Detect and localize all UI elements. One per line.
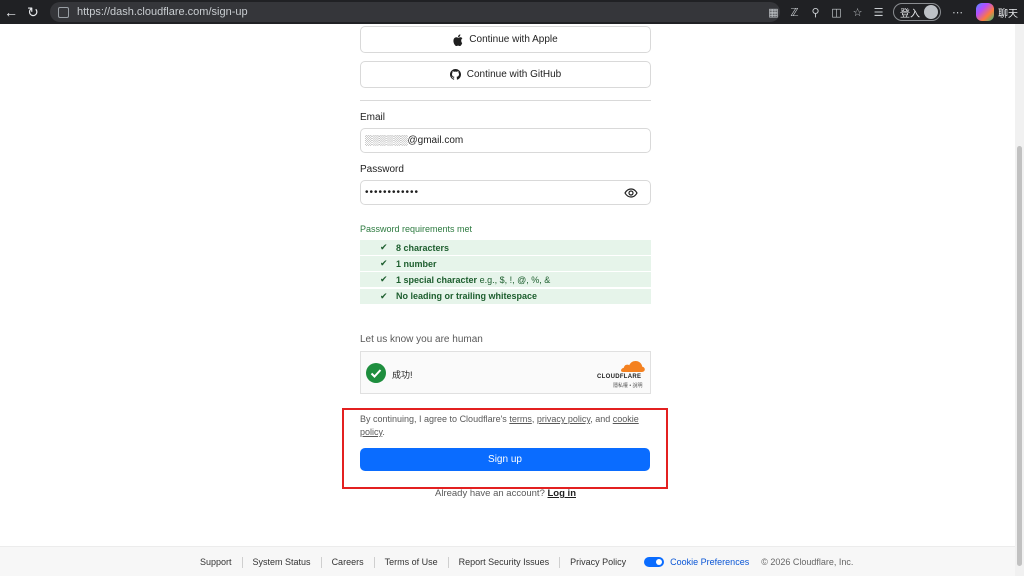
read-aloud-icon[interactable]: ◫ <box>826 0 847 24</box>
login-prompt-text: Already have an account? <box>435 488 548 499</box>
reload-icon[interactable]: ↻ <box>22 0 44 24</box>
profile-sign-in-button[interactable]: 登入 <box>893 3 941 21</box>
footer-links: Support System Status Careers Terms of U… <box>190 547 853 576</box>
check-icon: ✔ <box>380 242 388 252</box>
human-verification-label: Let us know you are human <box>360 334 483 345</box>
password-requirements-title: Password requirements met <box>360 224 473 234</box>
turnstile-privacy-help-links[interactable]: 隱私權 • 說明 <box>613 382 643 389</box>
check-icon: ✔ <box>380 274 388 285</box>
turnstile-widget[interactable]: 成功! CLOUDFLARE 隱私權 • 說明 <box>360 351 651 394</box>
requirement-item: ✔ 1 number <box>360 256 651 272</box>
more-menu-icon[interactable]: ⋯ <box>947 0 968 24</box>
requirement-item: ✔ No leading or trailing whitespace <box>360 288 651 304</box>
divider <box>360 100 651 101</box>
page-footer: Support System Status Careers Terms of U… <box>0 546 1015 576</box>
success-check-icon <box>366 363 386 383</box>
apple-button-label: Continue with Apple <box>469 34 558 45</box>
footer-careers-link[interactable]: Careers <box>322 556 375 568</box>
avatar <box>924 5 938 19</box>
footer-cookie-preferences-link[interactable]: Cookie Preferences <box>636 557 759 567</box>
requirement-item: ✔ 8 characters <box>360 240 651 255</box>
sign-in-label: 登入 <box>900 8 920 20</box>
email-label: Email <box>360 112 386 123</box>
check-icon: ✔ <box>380 258 388 269</box>
footer-report-security-link[interactable]: Report Security Issues <box>449 556 561 568</box>
footer-terms-of-use-link[interactable]: Terms of Use <box>375 556 449 568</box>
password-requirements-list: ✔ 8 characters ✔ 1 number ✔ 1 special ch… <box>360 240 651 305</box>
continue-with-apple-button[interactable]: Continue with Apple <box>360 26 651 53</box>
footer-copyright: © 2026 Cloudflare, Inc. <box>761 557 854 567</box>
github-button-label: Continue with GitHub <box>466 69 562 80</box>
cookie-preferences-label: Cookie Preferences <box>670 557 750 567</box>
translate-icon[interactable]: ℤ <box>784 0 805 24</box>
chat-label[interactable]: 聊天 <box>998 5 1018 20</box>
favorite-star-icon[interactable]: ☆ <box>847 0 868 24</box>
site-info-icon[interactable] <box>58 6 69 18</box>
footer-system-status-link[interactable]: System Status <box>243 556 322 568</box>
copilot-icon[interactable] <box>976 3 994 21</box>
check-icon: ✔ <box>380 290 388 301</box>
apps-icon[interactable]: ▦ <box>763 0 784 24</box>
favorites-list-icon[interactable]: ☰ <box>868 0 889 24</box>
requirement-text: No leading or trailing whitespace <box>396 291 538 302</box>
scrollbar-thumb[interactable] <box>1017 146 1022 566</box>
continue-with-github-button[interactable]: Continue with GitHub <box>360 61 651 88</box>
address-url: https://dash.cloudflare.com/sign-up <box>77 6 248 18</box>
apple-icon <box>453 33 463 46</box>
email-field[interactable] <box>360 128 651 153</box>
requirement-example: e.g., $, !, @, %, & <box>477 274 551 285</box>
footer-support-link[interactable]: Support <box>190 556 243 568</box>
zoom-icon[interactable]: ⚲ <box>805 0 826 24</box>
cloudflare-logo-icon <box>621 361 645 372</box>
log-in-link[interactable]: Log in <box>548 488 577 499</box>
footer-privacy-policy-link[interactable]: Privacy Policy <box>560 557 636 568</box>
browser-toolbar: ← ↻ https://dash.cloudflare.com/sign-up … <box>0 0 1024 24</box>
back-arrow-icon[interactable]: ← <box>0 0 22 24</box>
password-field[interactable] <box>360 180 651 205</box>
requirement-text: 8 characters <box>396 242 450 253</box>
password-label: Password <box>360 164 404 175</box>
requirement-text: 1 special character <box>396 274 478 285</box>
page-scrollbar[interactable] <box>1015 24 1024 576</box>
show-password-eye-icon[interactable] <box>624 188 638 198</box>
turnstile-status: 成功! <box>392 370 413 380</box>
highlight-annotation-box <box>342 408 668 489</box>
browser-actions: ▦ ℤ ⚲ ◫ ☆ ☰ 登入 ⋯ 聊天 <box>763 0 1024 24</box>
login-prompt: Already have an account? Log in <box>360 488 651 499</box>
github-icon <box>449 69 461 80</box>
privacy-choices-toggle-icon <box>644 557 665 567</box>
address-bar[interactable]: https://dash.cloudflare.com/sign-up <box>50 2 780 22</box>
requirement-item: ✔ 1 special character e.g., $, !, @, %, … <box>360 272 651 288</box>
cloudflare-wordmark: CLOUDFLARE <box>597 374 642 380</box>
requirement-text: 1 number <box>396 258 437 269</box>
